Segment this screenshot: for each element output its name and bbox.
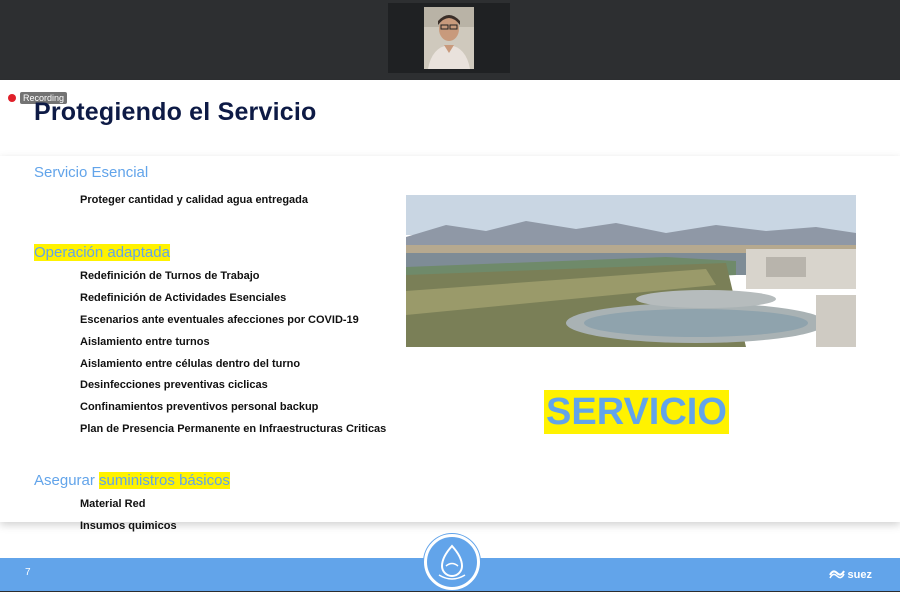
slide-title-band: Recording Protegiendo el Servicio — [0, 80, 900, 156]
shared-slide: Recording Protegiendo el Servicio Servic… — [0, 80, 900, 591]
meeting-top-bar — [0, 0, 900, 80]
recording-dot-icon — [8, 94, 16, 102]
list-item: Redefinición de Turnos de Trabajo — [80, 270, 260, 282]
heading-highlight: suministros básicos — [99, 472, 230, 489]
slide-title: Protegiendo el Servicio — [34, 98, 317, 126]
list-item: Material Red — [80, 498, 146, 510]
section-heading-operacion-adaptada: Operación adaptada — [34, 244, 170, 261]
participant-video — [424, 7, 474, 69]
participant-video-tile[interactable] — [388, 3, 510, 73]
list-item: Proteger cantidad y calidad agua entrega… — [80, 194, 309, 206]
suez-wave-icon — [828, 567, 845, 582]
list-item: Plan de Presencia Permanente en Infraest… — [80, 423, 387, 435]
brand-logo: suez — [828, 567, 872, 582]
list-item: Confinamientos preventivos personal back… — [80, 401, 319, 413]
heading-highlight: Operación adaptada — [34, 244, 170, 261]
water-treatment-plant-photo — [406, 195, 856, 347]
list-item: Insumos quimicos — [80, 520, 177, 532]
list-item: Escenarios ante eventuales afecciones po… — [80, 314, 359, 326]
list-item: Desinfecciones preventivas ciclicas — [80, 379, 268, 391]
heading-text: Asegurar — [34, 472, 100, 489]
water-drop-logo-icon — [424, 534, 480, 590]
brand-name: suez — [847, 568, 872, 581]
list-item: Aislamiento entre células dentro del tur… — [80, 358, 301, 370]
list-item: Redefinición de Actividades Esenciales — [80, 292, 287, 304]
page-number: 7 — [25, 567, 31, 578]
section-heading-servicio-esencial: Servicio Esencial — [34, 164, 149, 181]
list-item: Aislamiento entre turnos — [80, 336, 210, 348]
servicio-highlight-word: SERVICIO — [544, 390, 729, 434]
section-heading-asegurar-suministros: Asegurar suministros básicos — [34, 472, 230, 489]
